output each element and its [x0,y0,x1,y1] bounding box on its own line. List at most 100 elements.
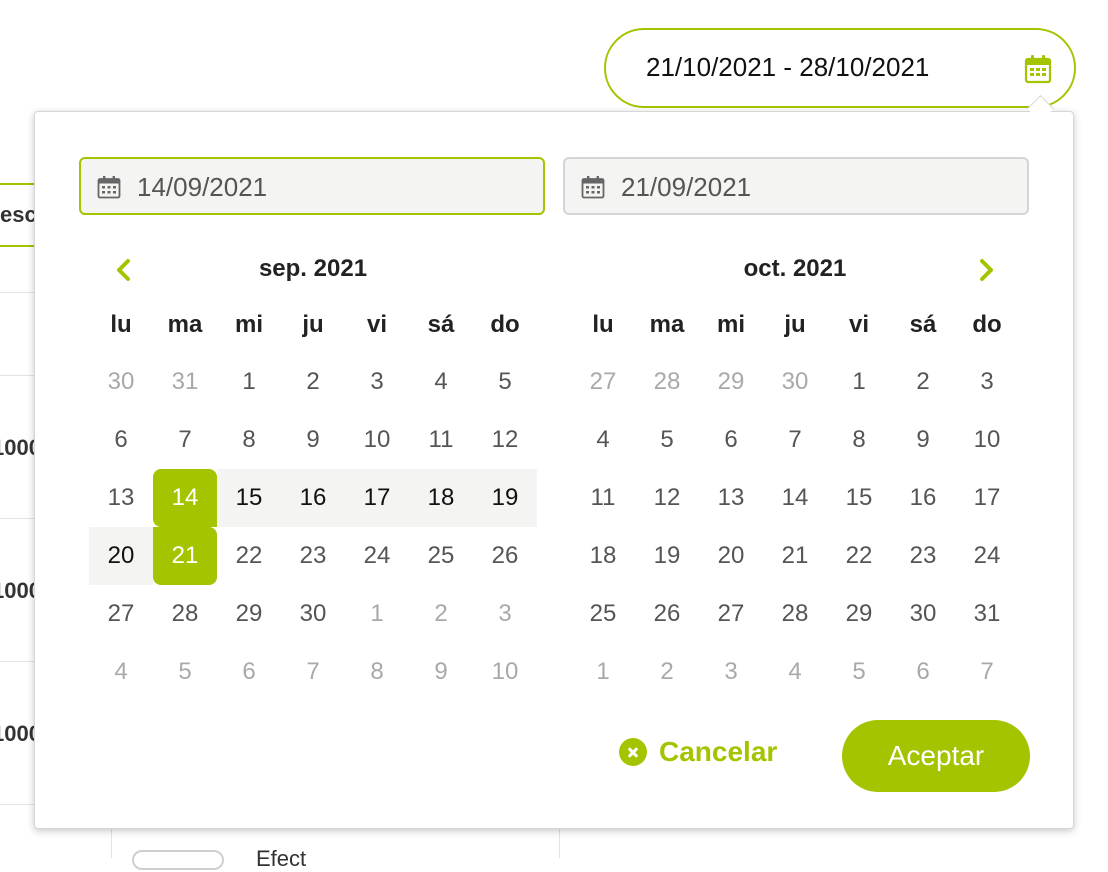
start-date-input[interactable]: 14/09/2021 [79,157,545,215]
day-cell[interactable]: 10 [955,411,1019,469]
day-cell[interactable]: 9 [891,411,955,469]
day-cell[interactable]: 26 [473,527,537,585]
day-cell[interactable]: 29 [217,585,281,643]
day-cell[interactable]: 1 [571,643,635,701]
day-cell[interactable]: 31 [153,353,217,411]
day-cell[interactable]: 21 [763,527,827,585]
day-cell[interactable]: 6 [89,411,153,469]
day-cell[interactable]: 11 [571,469,635,527]
day-cell[interactable]: 25 [571,585,635,643]
day-cell[interactable]: 28 [635,353,699,411]
day-cell[interactable]: 30 [763,353,827,411]
day-cell[interactable]: 12 [635,469,699,527]
day-cell[interactable]: 2 [891,353,955,411]
day-cell[interactable]: 22 [827,527,891,585]
day-cell[interactable]: 3 [955,353,1019,411]
day-cell[interactable]: 27 [89,585,153,643]
day-cell[interactable]: 27 [699,585,763,643]
day-cell[interactable]: 18 [409,469,473,527]
day-cell[interactable]: 2 [281,353,345,411]
day-cell[interactable]: 5 [153,643,217,701]
day-cell[interactable]: 6 [891,643,955,701]
day-cell[interactable]: 5 [827,643,891,701]
day-cell[interactable]: 8 [217,411,281,469]
day-cell[interactable]: 25 [409,527,473,585]
day-cell[interactable]: 19 [635,527,699,585]
day-cell[interactable]: 10 [473,643,537,701]
weekday-label: sá [427,311,455,338]
day-cell[interactable]: 19 [473,469,537,527]
day-cell[interactable]: 9 [281,411,345,469]
background-tab-label: esc [0,202,37,227]
day-cell[interactable]: 30 [281,585,345,643]
day-cell[interactable]: 7 [153,411,217,469]
cancel-label: Cancelar [659,736,778,767]
day-cell[interactable]: 30 [891,585,955,643]
day-cell[interactable]: 28 [763,585,827,643]
day-cell[interactable]: 15 [217,469,281,527]
day-cell[interactable]: 16 [281,469,345,527]
day-cell[interactable]: 5 [635,411,699,469]
accept-button[interactable]: Aceptar [842,720,1030,792]
day-cell[interactable]: 29 [699,353,763,411]
day-cell[interactable]: 8 [827,411,891,469]
day-cell[interactable]: 14 [763,469,827,527]
day-cell[interactable]: 2 [409,585,473,643]
day-cell[interactable]: 4 [89,643,153,701]
day-cell[interactable]: 17 [345,469,409,527]
day-cell[interactable]: 13 [699,469,763,527]
calendar-icon [97,176,121,199]
day-cell[interactable]: 13 [89,469,153,527]
day-cell[interactable]: 3 [699,643,763,701]
date-range-field[interactable]: 21/10/2021 - 28/10/2021 [604,28,1076,108]
day-cell[interactable]: 7 [955,643,1019,701]
day-cell[interactable]: 29 [827,585,891,643]
day-cell[interactable]: 7 [763,411,827,469]
calendar-icon[interactable] [1024,54,1052,84]
weekday-label: ju [302,311,324,338]
day-cell[interactable]: 4 [409,353,473,411]
weekday-label: lu [110,311,132,338]
day-cell[interactable]: 24 [955,527,1019,585]
date-range-picker: 14/09/2021 21/09/2021 sep. 2021 oct. 202… [34,111,1074,829]
day-cell[interactable]: 12 [473,411,537,469]
day-cell[interactable]: 18 [571,527,635,585]
cancel-button[interactable]: Cancelar [619,734,777,770]
day-cell[interactable]: 23 [891,527,955,585]
day-cell[interactable]: 6 [699,411,763,469]
day-cell[interactable]: 8 [345,643,409,701]
day-cell[interactable]: 30 [89,353,153,411]
day-cell[interactable]: 28 [153,585,217,643]
day-cell[interactable]: 24 [345,527,409,585]
day-cell[interactable]: 9 [409,643,473,701]
day-cell[interactable]: 3 [345,353,409,411]
day-cell[interactable]: 22 [217,527,281,585]
day-cell[interactable]: 1 [217,353,281,411]
day-cell[interactable]: 7 [281,643,345,701]
day-cell[interactable]: 10 [345,411,409,469]
day-cell[interactable]: 31 [955,585,1019,643]
day-cell[interactable]: 1 [345,585,409,643]
day-cell[interactable]: 1 [827,353,891,411]
day-cell[interactable]: 17 [955,469,1019,527]
day-cell[interactable]: 15 [827,469,891,527]
selected-day-start[interactable]: 14 [153,469,217,527]
day-cell[interactable]: 6 [217,643,281,701]
day-cell[interactable]: 4 [571,411,635,469]
end-date-input[interactable]: 21/09/2021 [563,157,1029,215]
day-cell[interactable]: 3 [473,585,537,643]
background-toggle[interactable] [132,850,224,870]
close-circle-icon [619,738,647,766]
day-cell[interactable]: 5 [473,353,537,411]
day-cell[interactable]: 20 [89,527,153,585]
day-cell[interactable]: 16 [891,469,955,527]
day-cell[interactable]: 4 [763,643,827,701]
day-cell[interactable]: 11 [409,411,473,469]
day-cell[interactable]: 2 [635,643,699,701]
background-divider [559,828,560,858]
day-cell[interactable]: 23 [281,527,345,585]
selected-day-end[interactable]: 21 [153,527,217,585]
day-cell[interactable]: 20 [699,527,763,585]
day-cell[interactable]: 26 [635,585,699,643]
day-cell[interactable]: 27 [571,353,635,411]
